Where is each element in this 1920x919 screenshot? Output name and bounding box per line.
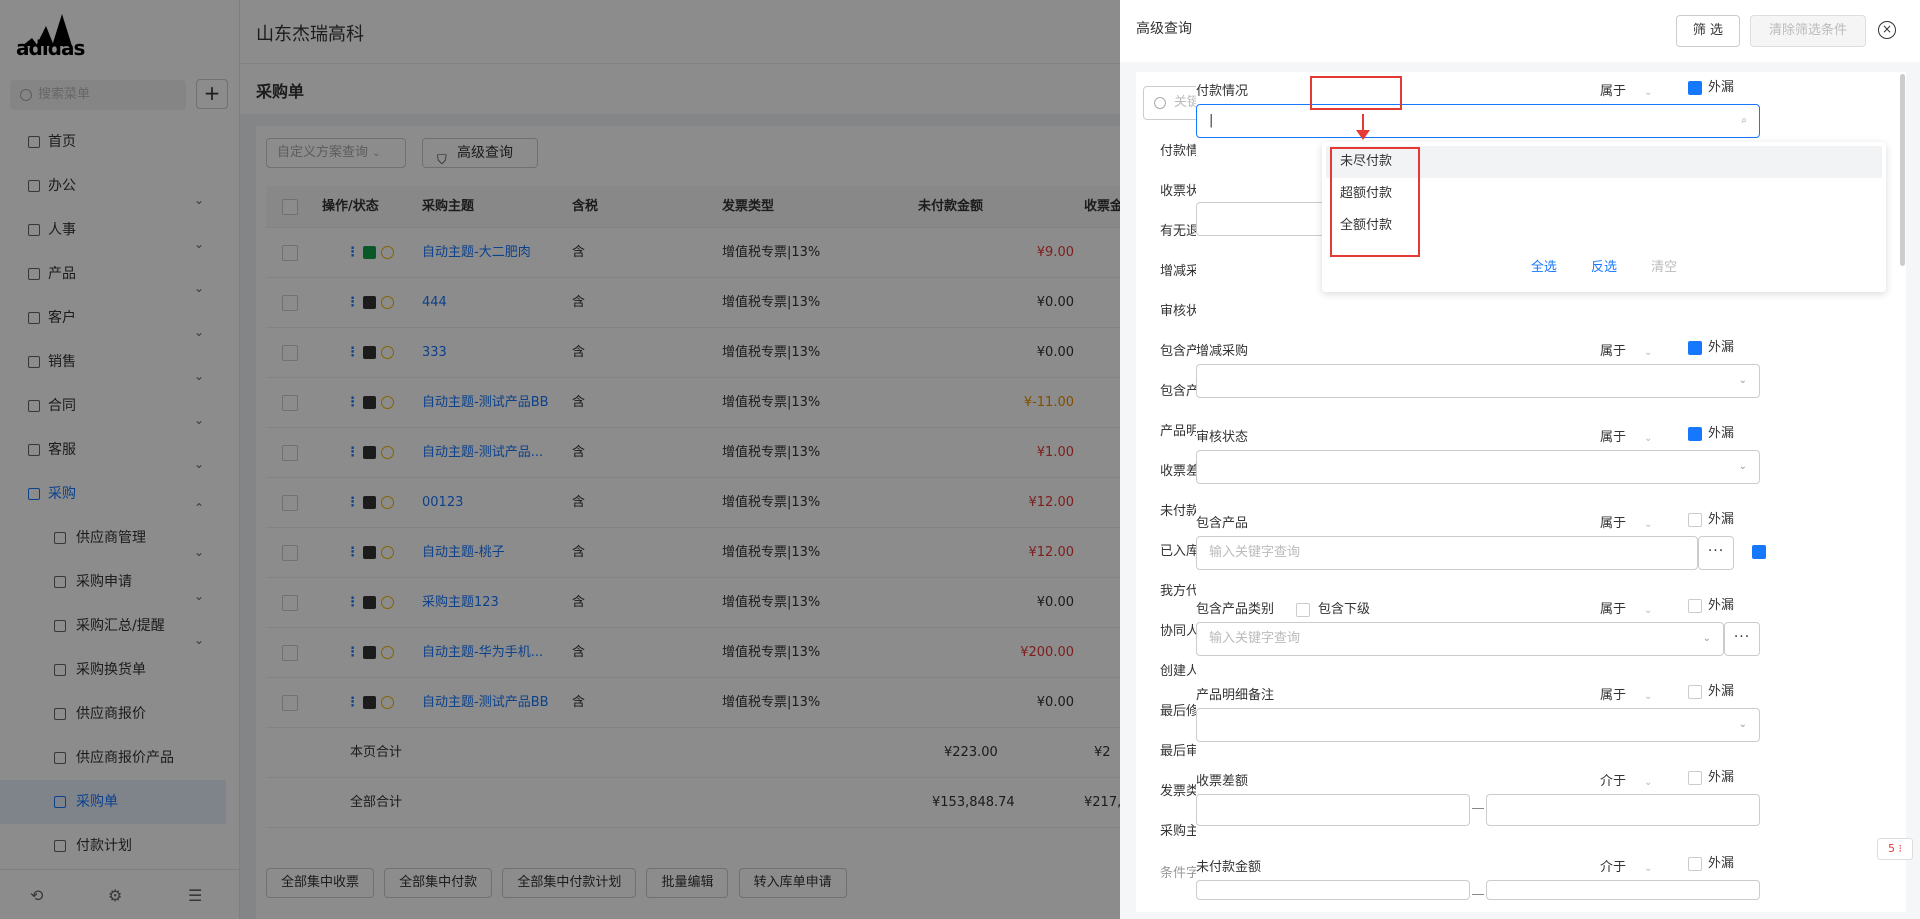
more-options-button[interactable]: ··· (1724, 622, 1760, 656)
chevron-down-icon: ⌄ (1738, 719, 1747, 730)
input-placeholder: 输入关键字查询 (1209, 545, 1301, 560)
expose-checkbox[interactable]: 外漏 (1688, 76, 1734, 95)
chevron-down-icon: ⌄ (1644, 519, 1653, 530)
checkbox-checked-icon (1688, 80, 1702, 95)
chevron-down-icon: ⌄ (1644, 691, 1653, 702)
expose-label: 外漏 (1708, 80, 1735, 95)
category-keyword-input[interactable]: 输入关键字查询 ⌄ (1196, 622, 1724, 656)
checkbox-checked-icon (1688, 340, 1702, 355)
text-cursor: | (1209, 113, 1214, 128)
range-separator (1472, 894, 1484, 895)
expose-checkbox[interactable]: 外漏 (1688, 680, 1734, 699)
operator-select[interactable]: 属于 ⌄ (1600, 598, 1652, 617)
filter-button[interactable]: 筛 选 (1676, 15, 1740, 47)
expose-label: 外漏 (1708, 426, 1735, 441)
range-min-input[interactable] (1196, 794, 1470, 826)
chevron-down-icon: ⌄ (1644, 87, 1653, 98)
operator-select[interactable]: 属于 ⌄ (1600, 684, 1652, 703)
operator-select[interactable]: 属于 ⌄ (1600, 512, 1652, 531)
expose-label: 外漏 (1708, 684, 1735, 699)
checkbox-icon (1688, 598, 1702, 613)
range-separator (1472, 808, 1484, 809)
search-icon (1154, 97, 1166, 109)
chevron-down-icon: ⌄ (1644, 347, 1653, 358)
condition-label: 产品明细备注 (1196, 688, 1275, 703)
include-sub-checkbox[interactable]: 包含下级 (1296, 598, 1370, 617)
operator-value: 属于 (1600, 602, 1627, 617)
condition-label: 审核状态 (1196, 430, 1249, 445)
close-icon[interactable]: × (1878, 21, 1896, 39)
dropdown-actions: 全选 反选 清空 (1322, 256, 1886, 275)
select-all-link[interactable]: 全选 (1531, 256, 1557, 275)
more-options-button[interactable]: ··· (1698, 536, 1734, 570)
annotation-arrow-head (1356, 130, 1370, 140)
checkbox-icon (1688, 856, 1702, 871)
condition-label: 收票差额 (1196, 774, 1249, 789)
invert-selection-link[interactable]: 反选 (1591, 256, 1617, 275)
condition-label: 付款情况 (1196, 84, 1249, 99)
highlight-box-options (1330, 147, 1420, 257)
drawer-title: 高级查询 (1136, 21, 1192, 37)
operator-select[interactable]: 介于 ⌄ (1600, 770, 1652, 789)
chevron-down-icon: ⌄ (1644, 433, 1653, 444)
checkbox-checked-icon (1688, 426, 1702, 441)
include-sub-label: 包含下级 (1318, 602, 1371, 617)
chevron-down-icon: ⌄ (1738, 461, 1747, 472)
expose-checkbox[interactable]: 外漏 (1688, 852, 1734, 871)
operator-select[interactable]: 属于 ⌄ (1600, 80, 1652, 99)
operator-value: 属于 (1600, 84, 1627, 99)
modal-overlay[interactable] (0, 0, 1120, 919)
operator-value: 介于 (1600, 860, 1627, 875)
operator-select[interactable]: 介于 ⌄ (1600, 856, 1652, 875)
highlight-box-label (1310, 76, 1402, 110)
range-min-input[interactable] (1196, 880, 1470, 900)
drawer-header: 高级查询 筛 选 清除筛选条件 × (1120, 0, 1920, 62)
range-max-input[interactable] (1486, 794, 1760, 826)
operator-value: 属于 (1600, 688, 1627, 703)
expose-checkbox[interactable]: 外漏 (1688, 508, 1734, 527)
clear-conditions-button[interactable]: 清除筛选条件 (1750, 15, 1866, 47)
html5-float-icon[interactable]: 5 ⁝ (1877, 838, 1913, 860)
expose-label: 外漏 (1708, 512, 1735, 527)
expose-label: 外漏 (1708, 340, 1735, 355)
search-icon: ⌕ (1741, 115, 1747, 126)
checkbox-checked-icon[interactable] (1752, 545, 1766, 559)
expose-label: 外漏 (1708, 856, 1735, 871)
expose-checkbox[interactable]: 外漏 (1688, 766, 1734, 785)
operator-value: 属于 (1600, 516, 1627, 531)
expose-checkbox[interactable]: 外漏 (1688, 422, 1734, 441)
product-keyword-input[interactable]: 输入关键字查询 (1196, 536, 1698, 570)
chevron-down-icon: ⌄ (1738, 375, 1747, 386)
condition-label: 包含产品 (1196, 516, 1249, 531)
checkbox-icon (1688, 770, 1702, 785)
operator-value: 介于 (1600, 774, 1627, 789)
condition-label: 未付款金额 (1196, 860, 1262, 875)
input-placeholder: 输入关键字查询 (1209, 631, 1301, 646)
operator-value: 属于 (1600, 430, 1627, 445)
checkbox-icon (1688, 684, 1702, 699)
chevron-down-icon: ⌄ (1644, 863, 1653, 874)
checkbox-icon (1296, 602, 1310, 617)
condition-select[interactable]: ⌄ (1196, 708, 1760, 742)
expose-label: 外漏 (1708, 770, 1735, 785)
expose-checkbox[interactable]: 外漏 (1688, 594, 1734, 613)
clear-selection-link[interactable]: 清空 (1651, 256, 1677, 275)
operator-value: 属于 (1600, 344, 1627, 359)
condition-select[interactable]: ⌄ (1196, 364, 1760, 398)
condition-select[interactable]: ⌄ (1196, 450, 1760, 484)
conditions-scrollbar[interactable] (1900, 74, 1905, 266)
chevron-down-icon: ⌄ (1644, 605, 1653, 616)
operator-select[interactable]: 属于 ⌄ (1600, 340, 1652, 359)
chevron-down-icon: ⌄ (1644, 777, 1653, 788)
range-max-input[interactable] (1486, 880, 1760, 900)
condition-label: 增减采购 (1196, 344, 1249, 359)
checkbox-icon (1688, 512, 1702, 527)
expose-checkbox[interactable]: 外漏 (1688, 336, 1734, 355)
payment-status-input[interactable]: | ⌕ (1196, 104, 1760, 138)
expose-label: 外漏 (1708, 598, 1735, 613)
chevron-down-icon: ⌄ (1702, 633, 1711, 644)
operator-select[interactable]: 属于 ⌄ (1600, 426, 1652, 445)
condition-label: 包含产品类别 (1196, 602, 1275, 617)
